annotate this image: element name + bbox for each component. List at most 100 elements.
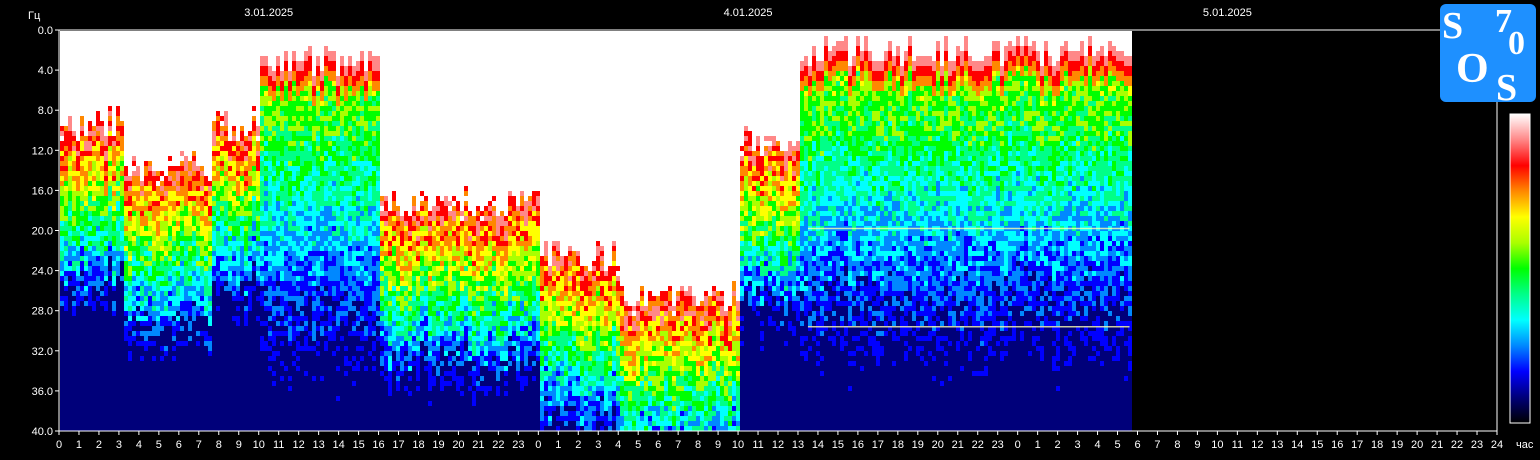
spectrogram-cell [232, 301, 236, 306]
spectrogram-cell [164, 336, 168, 341]
spectrogram-cell [236, 86, 240, 91]
spectrogram-cell [280, 381, 284, 386]
spectrogram-cell [304, 386, 308, 391]
spectrogram-cell [92, 206, 96, 211]
spectrogram-cell [296, 336, 300, 341]
spectrogram-cell [152, 361, 156, 366]
spectrogram-cell [156, 56, 160, 61]
spectrogram-cell [140, 306, 144, 311]
spectrogram-cell [220, 376, 224, 381]
spectrogram-cell [164, 401, 168, 406]
spectrogram-cell [108, 261, 112, 266]
spectrogram-cell [268, 231, 272, 236]
spectrogram-cell [180, 316, 184, 321]
spectrogram-cell [84, 336, 88, 341]
spectrogram-cell [200, 86, 204, 91]
spectrogram-cell [176, 46, 180, 51]
spectrogram-cell [188, 181, 192, 186]
spectrogram-cell [96, 336, 100, 341]
spectrogram-cell [136, 411, 140, 416]
spectrogram-cell [224, 186, 228, 191]
spectrogram-cell [144, 61, 148, 66]
spectrogram-cell [204, 231, 208, 236]
spectrogram-cell [264, 366, 268, 371]
spectrogram-cell [104, 351, 108, 356]
spectrogram-cell [236, 71, 240, 76]
spectrogram-cell [76, 46, 80, 51]
spectrogram-cell [196, 281, 200, 286]
spectrogram-cell [104, 396, 108, 401]
spectrogram-cell [284, 296, 288, 301]
spectrogram-cell [80, 146, 84, 151]
spectrogram-cell [168, 331, 172, 336]
spectrogram-cell [148, 321, 152, 326]
spectrogram-cell [196, 401, 200, 406]
spectrogram-cell [236, 246, 240, 251]
spectrogram-cell [196, 371, 200, 376]
spectrogram-cell [96, 241, 100, 246]
spectrogram-cell [272, 126, 276, 131]
spectrogram-cell [288, 186, 292, 191]
spectrogram-cell [64, 341, 68, 346]
spectrogram-cell [92, 316, 96, 321]
spectrogram-cell [60, 366, 64, 371]
spectrogram-cell [144, 276, 148, 281]
spectrogram-cell [280, 386, 284, 391]
spectrogram-cell [132, 396, 136, 401]
spectrogram-cell [192, 236, 196, 241]
spectrogram-cell [220, 136, 224, 141]
spectrogram-cell [192, 361, 196, 366]
spectrogram-cell [200, 96, 204, 101]
spectrogram-cell [240, 146, 244, 151]
spectrogram-cell [124, 86, 128, 91]
spectrogram-cell [220, 356, 224, 361]
spectrogram-cell [208, 296, 212, 301]
spectrogram-cell [84, 171, 88, 176]
spectrogram-cell [288, 191, 292, 196]
spectrogram-cell [200, 291, 204, 296]
spectrogram-cell [228, 331, 232, 336]
spectrogram-cell [92, 96, 96, 101]
spectrogram-cell [248, 186, 252, 191]
spectrogram-cell [268, 131, 272, 136]
spectrogram-cell [152, 391, 156, 396]
spectrogram-cell [224, 396, 228, 401]
spectrogram-cell [112, 391, 116, 396]
spectrogram-cell [68, 246, 72, 251]
spectrogram-cell [288, 176, 292, 181]
spectrogram-cell [144, 426, 148, 431]
spectrogram-cell [292, 46, 296, 51]
spectrogram-cell [120, 401, 124, 406]
spectrogram-cell [156, 61, 160, 66]
spectrogram-cell [260, 141, 264, 146]
spectrogram-cell [300, 341, 304, 346]
spectrogram-cell [220, 361, 224, 366]
spectrogram-cell [232, 211, 236, 216]
spectrogram-cell [172, 96, 176, 101]
spectrogram-cell [108, 76, 112, 81]
spectrogram-cell [252, 401, 256, 406]
spectrogram-cell [260, 341, 264, 346]
spectrogram-cell [240, 121, 244, 126]
spectrogram-cell [292, 161, 296, 166]
spectrogram-cell [280, 141, 284, 146]
spectrogram-cell [288, 51, 292, 56]
spectrogram-cell [212, 386, 216, 391]
spectrogram-cell [224, 366, 228, 371]
spectrogram-cell [276, 356, 280, 361]
spectrogram-cell [112, 46, 116, 51]
spectrogram-cell [116, 146, 120, 151]
spectrogram-cell [108, 311, 112, 316]
spectrogram-cell [304, 36, 308, 41]
spectrogram-cell [236, 116, 240, 121]
spectrogram-cell [284, 201, 288, 206]
spectrogram-cell [216, 56, 220, 61]
spectrogram-cell [180, 226, 184, 231]
spectrogram-cell [260, 76, 264, 81]
spectrogram-cell [184, 191, 188, 196]
spectrogram-cell [244, 306, 248, 311]
spectrogram-cell [80, 241, 84, 246]
spectrogram-cell [284, 111, 288, 116]
spectrogram-cell [296, 281, 300, 286]
spectrogram-cell [92, 51, 96, 56]
